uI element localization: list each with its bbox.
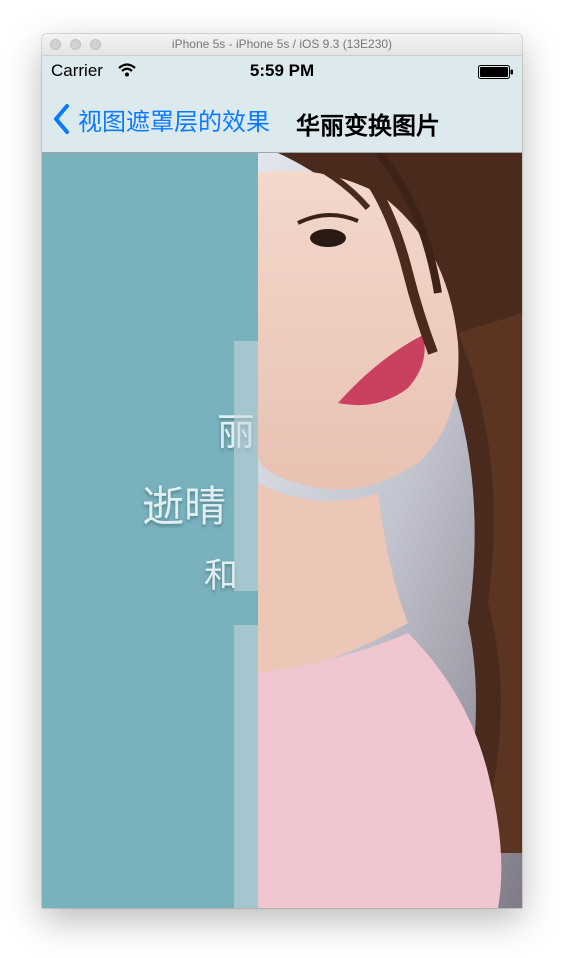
handwriting-line-3: 和: [204, 556, 238, 596]
battery-icon: [478, 65, 513, 79]
navigation-bar: 视图遮罩层的效果 华丽变换图片: [42, 86, 522, 153]
back-button[interactable]: 视图遮罩层的效果: [52, 102, 270, 136]
window-titlebar: iPhone 5s - iPhone 5s / iOS 9.3 (13E230): [42, 34, 522, 56]
clock: 5:59 PM: [249, 61, 315, 80]
simulator-window: iPhone 5s - iPhone 5s / iOS 9.3 (13E230)…: [42, 34, 522, 908]
transition-image[interactable]: 丽 逝晴 和: [42, 153, 522, 908]
portrait-illustration: [258, 153, 522, 908]
nav-title: 华丽变换图片: [296, 112, 440, 140]
handwriting-line-2: 逝晴: [142, 482, 227, 531]
status-bar: Carrier 5:59 PM: [42, 56, 522, 86]
device-screen: 丽 逝晴 和: [42, 56, 522, 908]
chevron-left-icon: [54, 104, 69, 134]
mask-strip: [234, 341, 260, 591]
window-title: iPhone 5s - iPhone 5s / iOS 9.3 (13E230): [171, 37, 393, 51]
portrait-photo: [258, 153, 522, 908]
mask-strip: [234, 625, 260, 908]
back-button-label: 视图遮罩层的效果: [78, 107, 270, 136]
